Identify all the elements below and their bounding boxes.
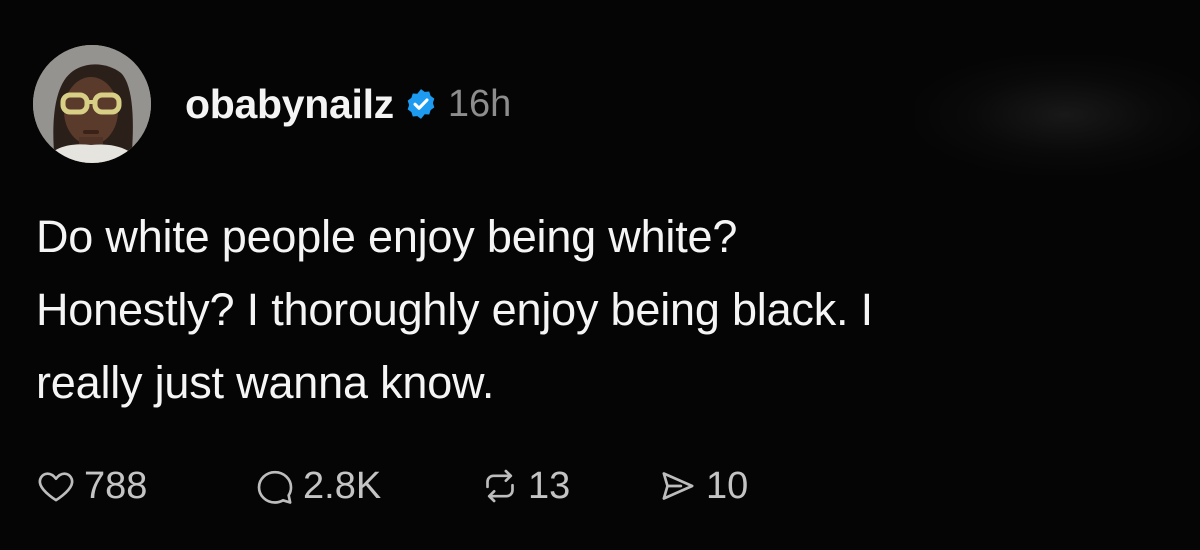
share-button[interactable]: 10 <box>658 466 748 506</box>
repost-count: 13 <box>528 465 571 507</box>
heart-icon <box>38 472 74 502</box>
avatar[interactable] <box>33 45 151 163</box>
share-count: 10 <box>706 465 749 507</box>
post-text: Do white people enjoy being white? Hones… <box>36 200 1156 419</box>
comment-icon <box>257 470 293 504</box>
threads-post: obabynailz 16h Do white people enjoy bei… <box>0 0 1200 550</box>
repost-button[interactable]: 13 <box>480 466 658 506</box>
send-icon <box>662 472 694 500</box>
post-text-line: Honestly? I thoroughly enjoy being black… <box>36 284 873 335</box>
like-button[interactable]: 788 <box>36 466 255 506</box>
post-actions: 788 2.8K 13 10 <box>36 460 748 512</box>
reply-button[interactable]: 2.8K <box>255 466 480 506</box>
post-text-line: Do white people enjoy being white? <box>36 211 738 262</box>
like-count: 788 <box>84 465 148 507</box>
background-shadow <box>915 55 1200 175</box>
repost-icon <box>486 469 514 503</box>
avatar-image <box>33 45 151 163</box>
post-text-line: really just wanna know. <box>36 357 495 408</box>
verified-badge-icon <box>404 87 438 121</box>
post-timestamp[interactable]: 16h <box>448 85 511 123</box>
post-header: obabynailz 16h <box>33 45 511 163</box>
reply-count: 2.8K <box>303 465 382 507</box>
username[interactable]: obabynailz <box>185 83 394 125</box>
